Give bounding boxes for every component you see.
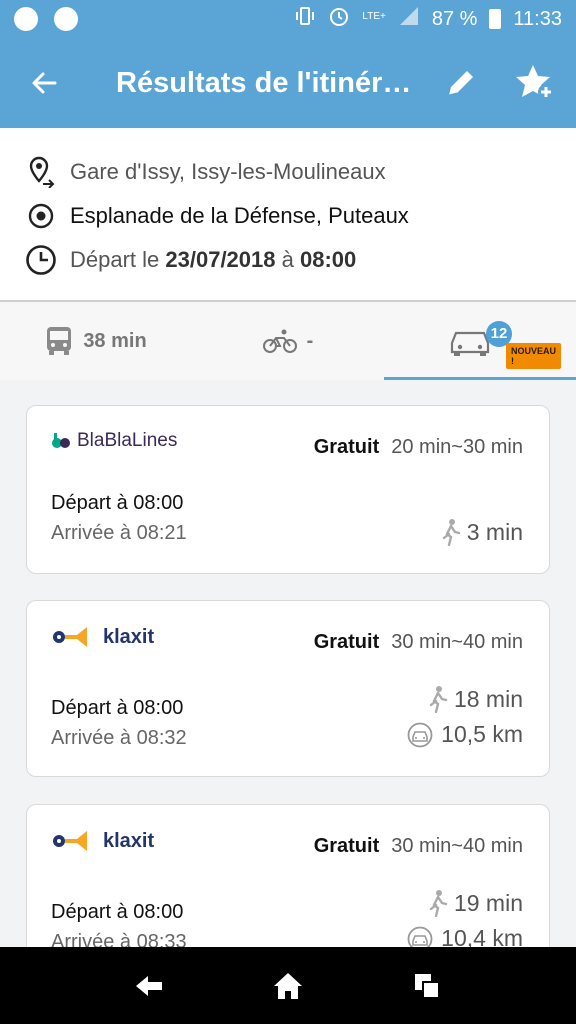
origin-row[interactable]: Gare d'Issy, Issy-les-Moulineaux <box>0 150 576 194</box>
klaxit-logo-icon <box>53 831 87 851</box>
drive-info: 10,4 km <box>407 925 523 947</box>
destination-row[interactable]: Esplanade de la Défense, Puteaux <box>0 194 576 238</box>
app-bar: Résultats de l'itinér… <box>0 38 576 128</box>
nav-recents-button[interactable] <box>407 966 447 1006</box>
walk-info: 18 min <box>428 685 523 713</box>
status-bar: LTE+ 87 % 11:33 <box>0 0 576 38</box>
departure-text: Départ le 23/07/2018 à 08:00 <box>70 247 356 273</box>
tab-transit-label: 38 min <box>83 329 147 352</box>
walk-duration: 3 min <box>466 518 523 545</box>
provider-name: klaxit <box>103 829 155 852</box>
price-info: Gratuit 30 min~40 min <box>314 835 523 858</box>
departure-time-text: Départ à 08:00 <box>51 697 184 719</box>
results-list: BlaBlaLines Gratuit 20 min~30 min Départ… <box>0 380 576 947</box>
arrival-time-text: Arrivée à 08:33 <box>51 931 187 947</box>
clock: 11:33 <box>513 7 562 30</box>
walk-info: 19 min <box>428 889 523 917</box>
blablalines-logo-icon <box>52 433 70 448</box>
departure-mid: à <box>275 247 300 272</box>
provider-logo: BlaBlaLines <box>51 430 177 452</box>
duration-range: 30 min~40 min <box>391 835 523 857</box>
tab-bike-label: - <box>306 329 314 352</box>
result-card[interactable]: klaxit Gratuit 30 min~40 min Départ à 08… <box>26 804 550 947</box>
alarm-icon <box>328 5 350 33</box>
departure-date: 23/07/2018 <box>165 247 276 272</box>
price-info: Gratuit 20 min~30 min <box>314 436 523 459</box>
walking-icon <box>429 890 448 917</box>
battery-icon <box>489 9 502 29</box>
tab-carpool[interactable]: 12 NOUVEAU ! <box>384 302 576 380</box>
lte-label: LTE+ <box>362 11 386 22</box>
location-pin-icon <box>24 155 58 189</box>
carpool-icon <box>450 331 490 356</box>
arrival-time-text: Arrivée à 08:21 <box>51 522 187 544</box>
departure-time-text: Départ à 08:00 <box>51 492 184 514</box>
destination-icon <box>24 199 58 233</box>
add-favorite-button[interactable] <box>494 38 576 128</box>
itinerary-summary: Gare d'Issy, Issy-les-Moulineaux Esplana… <box>0 128 576 302</box>
system-nav-bar <box>0 947 576 1024</box>
origin-text: Gare d'Issy, Issy-les-Moulineaux <box>70 159 386 184</box>
price-info: Gratuit 30 min~40 min <box>314 631 523 654</box>
clock-icon <box>24 243 58 277</box>
result-card[interactable]: klaxit Gratuit 30 min~40 min Départ à 08… <box>26 600 550 777</box>
departure-time: 08:00 <box>299 247 357 272</box>
result-card[interactable]: BlaBlaLines Gratuit 20 min~30 min Départ… <box>26 405 550 574</box>
departure-row[interactable]: Départ le 23/07/2018 à 08:00 <box>0 238 576 282</box>
duration-range: 30 min~40 min <box>391 631 523 653</box>
page-title: Résultats de l'itinér… <box>116 66 412 99</box>
provider-logo: klaxit <box>51 625 154 649</box>
drive-distance: 10,4 km <box>441 925 523 947</box>
departure-time-text: Départ à 08:00 <box>51 901 184 923</box>
back-arrow-icon <box>136 975 163 996</box>
carpool-tab-content: 12 NOUVEAU ! <box>420 301 562 379</box>
departure-prefix: Départ le <box>70 247 166 272</box>
car-circle-icon <box>407 926 433 947</box>
bike-icon <box>262 329 297 353</box>
barcode-icon <box>54 7 78 31</box>
drive-info: 10,5 km <box>407 721 523 748</box>
duration-range: 20 min~30 min <box>391 436 523 458</box>
klaxit-logo-icon <box>53 627 87 647</box>
recents-icon <box>414 973 440 999</box>
destination-text: Esplanade de la Défense, Puteaux <box>70 203 409 228</box>
nav-back-button[interactable] <box>129 966 169 1006</box>
battery-level: 87 % <box>431 7 478 30</box>
provider-logo: klaxit <box>51 829 154 853</box>
price-label: Gratuit <box>313 631 380 653</box>
walk-duration: 19 min <box>453 889 523 916</box>
vibrate-icon <box>294 5 316 33</box>
bus-icon <box>47 327 72 355</box>
arrival-time-text: Arrivée à 08:32 <box>51 727 187 749</box>
price-label: Gratuit <box>313 436 380 458</box>
home-icon <box>273 972 302 999</box>
pencil-icon <box>448 71 473 96</box>
signal-icon <box>398 5 420 33</box>
walk-duration: 18 min <box>453 685 523 712</box>
arrow-left-icon <box>32 72 57 94</box>
walking-icon <box>442 519 460 546</box>
new-badge: NOUVEAU ! <box>506 342 562 369</box>
drive-distance: 10,5 km <box>441 721 523 747</box>
mode-tabs: 38 min - 12 NOUVEAU ! <box>0 302 576 380</box>
car-circle-icon <box>407 722 433 747</box>
edit-button[interactable] <box>428 38 494 128</box>
tab-bike[interactable]: - <box>192 302 384 380</box>
walking-icon <box>429 686 448 713</box>
star-plus-icon <box>516 65 554 100</box>
nav-home-button[interactable] <box>268 966 308 1006</box>
provider-name: BlaBlaLines <box>77 430 178 451</box>
tab-transit[interactable]: 38 min <box>0 302 192 380</box>
provider-name: klaxit <box>103 625 155 648</box>
walk-info: 3 min <box>441 518 523 546</box>
notification-icon <box>14 7 38 31</box>
back-button[interactable] <box>0 38 88 128</box>
price-label: Gratuit <box>313 835 380 857</box>
